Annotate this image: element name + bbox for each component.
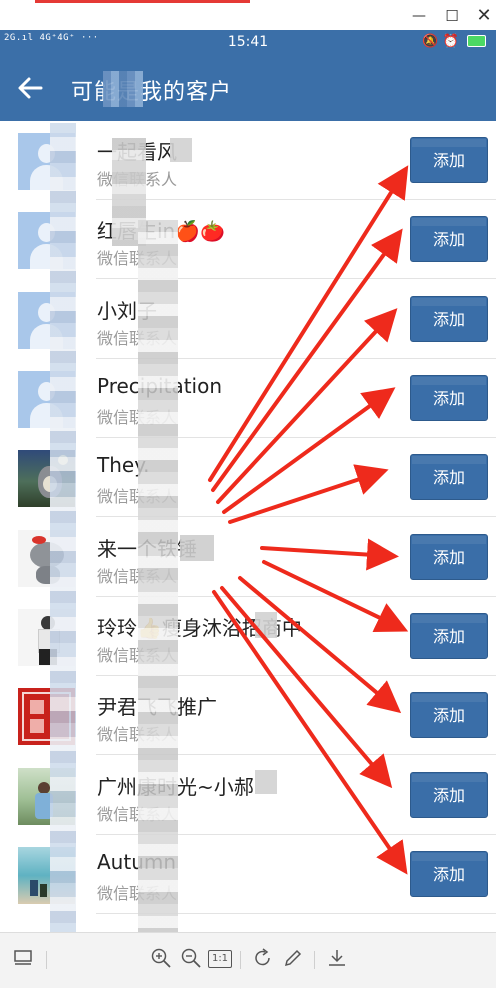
rotate-icon[interactable] <box>252 947 274 969</box>
maximize-button[interactable]: ☐ <box>437 5 467 27</box>
status-icons: 🔕 ⏰ <box>422 34 486 49</box>
add-button[interactable]: 添加 <box>410 534 488 580</box>
divider <box>314 951 315 969</box>
screen-icon[interactable] <box>12 947 34 969</box>
add-button[interactable]: 添加 <box>410 375 488 421</box>
mosaic-blur <box>180 535 214 561</box>
actual-size-icon[interactable]: 1:1 <box>208 950 232 968</box>
page-title: 可能是我的客户 <box>71 80 233 105</box>
add-button[interactable]: 添加 <box>410 851 488 897</box>
mute-alarm-icon: 🔕 ⏰ <box>422 34 459 49</box>
active-tab-indicator <box>35 0 250 3</box>
zoom-out-icon[interactable] <box>180 947 202 969</box>
mosaic-blur <box>103 71 143 107</box>
arrow-left-icon[interactable] <box>16 74 44 102</box>
mosaic-blur <box>138 220 178 945</box>
image-viewer-toolbar: 1:1 <box>0 932 496 988</box>
mosaic-blur <box>255 612 277 638</box>
add-button[interactable]: 添加 <box>410 613 488 659</box>
add-button[interactable]: 添加 <box>410 692 488 738</box>
download-icon[interactable] <box>326 947 348 969</box>
add-button[interactable]: 添加 <box>410 296 488 342</box>
close-button[interactable]: ✕ <box>469 5 496 27</box>
divider <box>240 951 241 969</box>
add-button[interactable]: 添加 <box>410 772 488 818</box>
add-button[interactable]: 添加 <box>410 216 488 262</box>
zoom-in-icon[interactable] <box>150 947 172 969</box>
mosaic-blur <box>170 138 192 162</box>
edit-icon[interactable] <box>282 947 304 969</box>
app-header: 可能是我的客户 <box>0 56 496 121</box>
add-button[interactable]: 添加 <box>410 454 488 500</box>
add-button[interactable]: 添加 <box>410 137 488 183</box>
window-title-bar: — ☐ ✕ <box>0 0 496 31</box>
divider <box>46 951 47 969</box>
battery-icon <box>467 34 486 47</box>
mosaic-blur <box>255 770 277 794</box>
phone-status-bar: 2G.ıl 4G⁺4G⁺ ··· 15:41 🔕 ⏰ <box>0 30 496 56</box>
minimize-button[interactable]: — <box>404 5 434 27</box>
mosaic-blur <box>50 123 76 938</box>
